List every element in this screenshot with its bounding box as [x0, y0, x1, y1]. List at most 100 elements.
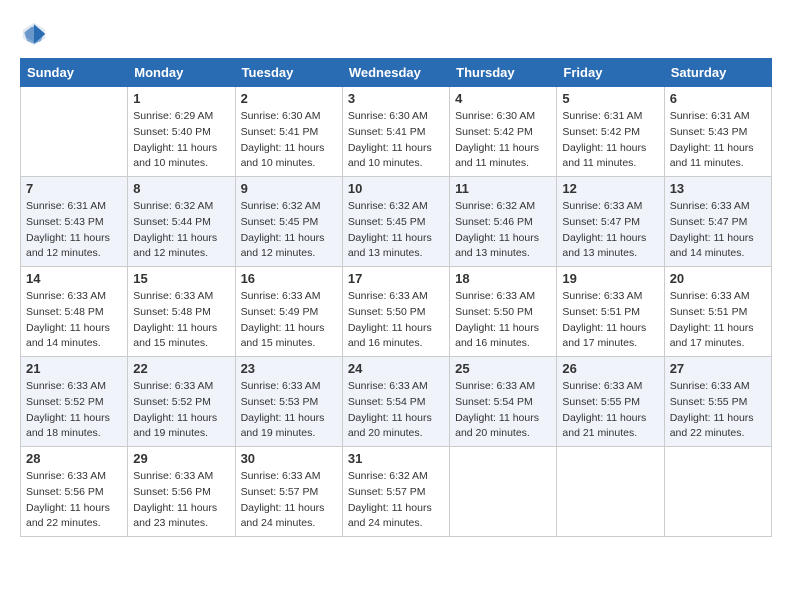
- day-number: 22: [133, 361, 229, 376]
- calendar-cell: [557, 447, 664, 537]
- day-info: Sunrise: 6:31 AMSunset: 5:43 PMDaylight:…: [26, 199, 122, 262]
- weekday-header-saturday: Saturday: [664, 59, 771, 87]
- calendar-cell: 14Sunrise: 6:33 AMSunset: 5:48 PMDayligh…: [21, 267, 128, 357]
- day-info: Sunrise: 6:32 AMSunset: 5:46 PMDaylight:…: [455, 199, 551, 262]
- calendar-cell: 16 Sunrise: 6:33 AMSunset: 5:49 PMDayligh…: [235, 267, 342, 357]
- day-number: 13: [670, 181, 766, 196]
- day-number: 12: [562, 181, 658, 196]
- day-info: Sunrise: 6:33 AMSunset: 5:54 PMDaylight:…: [455, 379, 551, 442]
- calendar-cell: 30Sunrise: 6:33 AMSunset: 5:57 PMDayligh…: [235, 447, 342, 537]
- day-info: Sunrise: 6:33 AMSunset: 5:47 PMDaylight:…: [562, 199, 658, 262]
- day-info: Sunrise: 6:33 AMSunset: 5:48 PMDaylight:…: [133, 289, 229, 352]
- day-info: Sunrise: 6:31 AMSunset: 5:43 PMDaylight:…: [670, 109, 766, 172]
- calendar-cell: [664, 447, 771, 537]
- day-number: 25: [455, 361, 551, 376]
- weekday-header-monday: Monday: [128, 59, 235, 87]
- day-number: 20: [670, 271, 766, 286]
- weekday-header-wednesday: Wednesday: [342, 59, 449, 87]
- day-info: Sunrise: 6:30 AMSunset: 5:41 PMDaylight:…: [348, 109, 444, 172]
- calendar-cell: 12 Sunrise: 6:33 AMSunset: 5:47 PMDayligh…: [557, 177, 664, 267]
- day-number: 5: [562, 91, 658, 106]
- weekday-header-sunday: Sunday: [21, 59, 128, 87]
- week-row-3: 14 Sunrise: 6:33 AMSunset: 5:48 PMDayligh…: [21, 267, 772, 357]
- day-info: Sunrise: 6:33 AMSunset: 5:51 PMDaylight:…: [670, 289, 766, 352]
- day-number: 26: [562, 361, 658, 376]
- day-info: Sunrise: 6:32 AMSunset: 5:45 PMDaylight:…: [348, 199, 444, 262]
- calendar-cell: 6 Sunrise: 6:31 AMSunset: 5:43 PMDaylight…: [664, 87, 771, 177]
- day-number: 14: [26, 271, 122, 286]
- calendar-cell: 15 Sunrise: 6:33 AMSunset: 5:48 PMDayligh…: [128, 267, 235, 357]
- day-number: 27: [670, 361, 766, 376]
- calendar-cell: 11 Sunrise: 6:32 AMSunset: 5:46 PMDayligh…: [450, 177, 557, 267]
- calendar-cell: 31 Sunrise: 6:32 AMSunset: 5:57 PMDayligh…: [342, 447, 449, 537]
- day-number: 15: [133, 271, 229, 286]
- day-number: 23: [241, 361, 337, 376]
- calendar-cell: 3 Sunrise: 6:30 AMSunset: 5:41 PMDaylight…: [342, 87, 449, 177]
- day-number: 11: [455, 181, 551, 196]
- day-number: 16: [241, 271, 337, 286]
- day-info: Sunrise: 6:33 AMSunset: 5:53 PMDaylight:…: [241, 379, 337, 442]
- weekday-header-tuesday: Tuesday: [235, 59, 342, 87]
- day-number: 3: [348, 91, 444, 106]
- week-row-2: 7 Sunrise: 6:31 AMSunset: 5:43 PMDaylight…: [21, 177, 772, 267]
- calendar-cell: 18 Sunrise: 6:33 AMSunset: 5:50 PMDayligh…: [450, 267, 557, 357]
- calendar-cell: 4 Sunrise: 6:30 AMSunset: 5:42 PMDaylight…: [450, 87, 557, 177]
- day-info: Sunrise: 6:33 AMSunset: 5:55 PMDaylight:…: [670, 379, 766, 442]
- calendar-cell: 19 Sunrise: 6:33 AMSunset: 5:51 PMDayligh…: [557, 267, 664, 357]
- calendar-cell: 20 Sunrise: 6:33 AMSunset: 5:51 PMDayligh…: [664, 267, 771, 357]
- day-info: Sunrise: 6:33 AMSunset: 5:52 PMDaylight:…: [26, 379, 122, 442]
- calendar-cell: 23 Sunrise: 6:33 AMSunset: 5:53 PMDayligh…: [235, 357, 342, 447]
- day-number: 4: [455, 91, 551, 106]
- day-number: 19: [562, 271, 658, 286]
- day-info: Sunrise: 6:33 AMSunset: 5:51 PMDaylight:…: [562, 289, 658, 352]
- calendar-cell: 22 Sunrise: 6:33 AMSunset: 5:52 PMDayligh…: [128, 357, 235, 447]
- calendar-cell: 27 Sunrise: 6:33 AMSunset: 5:55 PMDayligh…: [664, 357, 771, 447]
- day-number: 1: [133, 91, 229, 106]
- day-number: 18: [455, 271, 551, 286]
- calendar-cell: 26Sunrise: 6:33 AMSunset: 5:55 PMDayligh…: [557, 357, 664, 447]
- day-number: 24: [348, 361, 444, 376]
- week-row-1: 1 Sunrise: 6:29 AMSunset: 5:40 PMDaylight…: [21, 87, 772, 177]
- day-info: Sunrise: 6:33 AMSunset: 5:56 PMDaylight:…: [26, 469, 122, 532]
- day-number: 30: [241, 451, 337, 466]
- day-info: Sunrise: 6:30 AMSunset: 5:41 PMDaylight:…: [241, 109, 337, 172]
- calendar-table: SundayMondayTuesdayWednesdayThursdayFrid…: [20, 58, 772, 537]
- calendar-cell: 5Sunrise: 6:31 AMSunset: 5:42 PMDaylight…: [557, 87, 664, 177]
- day-number: 8: [133, 181, 229, 196]
- day-info: Sunrise: 6:33 AMSunset: 5:49 PMDaylight:…: [241, 289, 337, 352]
- calendar-cell: 1 Sunrise: 6:29 AMSunset: 5:40 PMDaylight…: [128, 87, 235, 177]
- calendar-cell: [21, 87, 128, 177]
- logo-icon: [20, 20, 48, 48]
- day-number: 29: [133, 451, 229, 466]
- day-number: 10: [348, 181, 444, 196]
- day-info: Sunrise: 6:32 AMSunset: 5:44 PMDaylight:…: [133, 199, 229, 262]
- day-info: Sunrise: 6:33 AMSunset: 5:50 PMDaylight:…: [348, 289, 444, 352]
- day-info: Sunrise: 6:30 AMSunset: 5:42 PMDaylight:…: [455, 109, 551, 172]
- day-info: Sunrise: 6:33 AMSunset: 5:52 PMDaylight:…: [133, 379, 229, 442]
- day-number: 9: [241, 181, 337, 196]
- weekday-header-thursday: Thursday: [450, 59, 557, 87]
- day-info: Sunrise: 6:32 AMSunset: 5:45 PMDaylight:…: [241, 199, 337, 262]
- weekday-header-friday: Friday: [557, 59, 664, 87]
- day-info: Sunrise: 6:33 AMSunset: 5:47 PMDaylight:…: [670, 199, 766, 262]
- calendar-cell: 28Sunrise: 6:33 AMSunset: 5:56 PMDayligh…: [21, 447, 128, 537]
- calendar-cell: 7 Sunrise: 6:31 AMSunset: 5:43 PMDaylight…: [21, 177, 128, 267]
- header-row: SundayMondayTuesdayWednesdayThursdayFrid…: [21, 59, 772, 87]
- day-info: Sunrise: 6:32 AMSunset: 5:57 PMDaylight:…: [348, 469, 444, 532]
- calendar-cell: 24Sunrise: 6:33 AMSunset: 5:54 PMDayligh…: [342, 357, 449, 447]
- calendar-cell: 10 Sunrise: 6:32 AMSunset: 5:45 PMDayligh…: [342, 177, 449, 267]
- day-number: 21: [26, 361, 122, 376]
- calendar-cell: 8 Sunrise: 6:32 AMSunset: 5:44 PMDaylight…: [128, 177, 235, 267]
- day-number: 31: [348, 451, 444, 466]
- day-info: Sunrise: 6:33 AMSunset: 5:50 PMDaylight:…: [455, 289, 551, 352]
- calendar-cell: 9 Sunrise: 6:32 AMSunset: 5:45 PMDaylight…: [235, 177, 342, 267]
- logo: [20, 20, 52, 48]
- day-number: 6: [670, 91, 766, 106]
- calendar-cell: 21 Sunrise: 6:33 AMSunset: 5:52 PMDayligh…: [21, 357, 128, 447]
- week-row-4: 21 Sunrise: 6:33 AMSunset: 5:52 PMDayligh…: [21, 357, 772, 447]
- day-number: 7: [26, 181, 122, 196]
- calendar-cell: 25 Sunrise: 6:33 AMSunset: 5:54 PMDayligh…: [450, 357, 557, 447]
- day-info: Sunrise: 6:29 AMSunset: 5:40 PMDaylight:…: [133, 109, 229, 172]
- day-number: 2: [241, 91, 337, 106]
- day-info: Sunrise: 6:33 AMSunset: 5:56 PMDaylight:…: [133, 469, 229, 532]
